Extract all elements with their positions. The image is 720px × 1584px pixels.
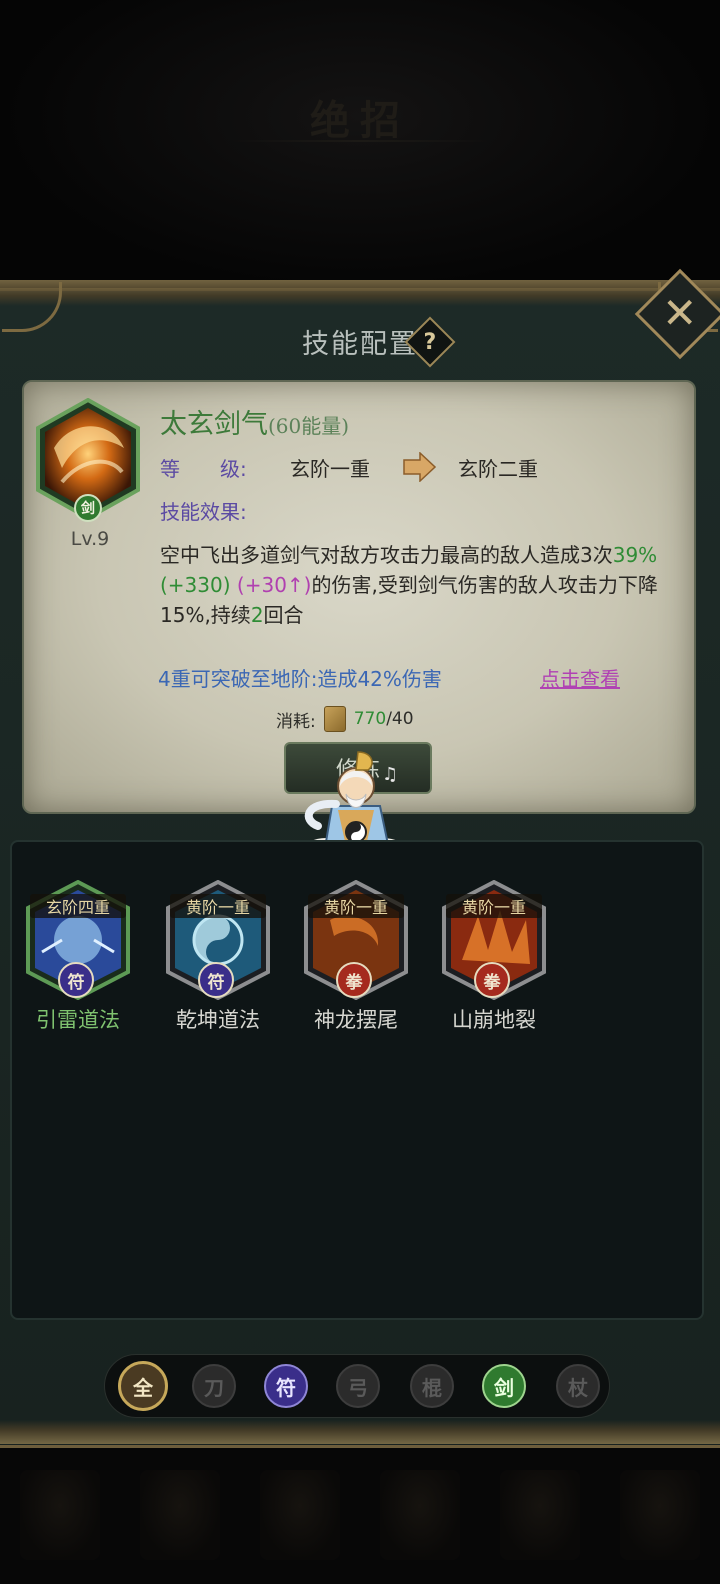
cost-current: 770 xyxy=(353,709,387,729)
skill-card[interactable]: 黄阶一重 拳 神龙摆尾 xyxy=(298,879,414,1040)
skill-card-type-badge: 符 xyxy=(58,962,94,998)
filter-bow-button[interactable]: 弓 xyxy=(336,1364,380,1408)
effect-label: 技能效果: xyxy=(160,500,247,524)
grade-next: 玄阶二重 xyxy=(458,457,538,481)
effect-text-pre: 空中飞出多道剑气对敌方攻击力最高的敌人造成3次 xyxy=(160,543,613,567)
scroll-item-icon xyxy=(323,706,346,732)
background-nav-item xyxy=(260,1470,340,1560)
skill-card-name: 神龙摆尾 xyxy=(314,1008,398,1032)
background-nav-item xyxy=(140,1470,220,1560)
modal-frame-top xyxy=(0,280,720,306)
skill-card-rank: 玄阶四重 xyxy=(30,894,126,918)
skill-level: Lv.9 xyxy=(70,528,110,550)
skill-type-label: 剑 xyxy=(81,501,95,517)
modal-title: 技能配置 xyxy=(302,329,418,360)
modal-frame-bottom xyxy=(0,1420,720,1444)
cost-row: 消耗: 770/40 xyxy=(276,706,414,732)
background-nav-item xyxy=(20,1470,100,1560)
skill-card-name: 引雷道法 xyxy=(36,1008,120,1032)
skill-card-rank: 黄阶一重 xyxy=(170,894,266,918)
skill-card-name: 乾坤道法 xyxy=(176,1008,260,1032)
breakthrough-text: 4重可突破至地阶:造成42%伤害 xyxy=(158,667,442,691)
skill-card[interactable]: 黄阶一重 符 乾坤道法 xyxy=(160,879,276,1040)
skill-name-text: 太玄剑气 xyxy=(160,409,268,440)
filter-sword-button[interactable]: 剑 xyxy=(482,1364,526,1408)
background-nav xyxy=(0,1460,720,1570)
background-nav-item xyxy=(500,1470,580,1560)
filter-all-button[interactable]: 全 xyxy=(118,1361,168,1411)
skill-card[interactable]: 玄阶四重 符 引雷道法 xyxy=(20,879,136,1040)
filter-talisman-button[interactable]: 符 xyxy=(264,1364,308,1408)
arrow-right-icon xyxy=(402,451,437,483)
effect-text-post: 的伤害,受到剑气伤害的敌人攻击力下降15%,持续 xyxy=(160,573,658,627)
grade-current: 玄阶一重 xyxy=(290,457,370,481)
skill-energy: (60能量) xyxy=(268,414,350,438)
skill-description: 空中飞出多道剑气对敌方攻击力最高的敌人造成3次39%(+330) (+30↑)的… xyxy=(160,540,676,630)
background-nav-item xyxy=(620,1470,700,1560)
skill-card-type-badge: 符 xyxy=(198,962,234,998)
skill-card-type-badge: 拳 xyxy=(336,962,372,998)
skill-card-rank: 黄阶一重 xyxy=(446,894,542,918)
svg-text:♫: ♫ xyxy=(382,764,398,785)
skill-type-badge: 剑 xyxy=(74,494,102,522)
filter-blade-button[interactable]: 刀 xyxy=(192,1364,236,1408)
view-details-link[interactable]: 点击查看 xyxy=(540,663,620,692)
skill-name: 太玄剑气(60能量) xyxy=(160,402,349,441)
filter-staff-club-button[interactable]: 棍 xyxy=(410,1364,454,1408)
cost-label: 消耗: xyxy=(276,711,316,732)
effect-turns: 2 xyxy=(250,603,264,627)
skill-card[interactable]: 黄阶一重 拳 山崩地裂 xyxy=(436,879,552,1040)
skill-card-name: 山崩地裂 xyxy=(452,1008,536,1032)
filter-cane-button[interactable]: 杖 xyxy=(556,1364,600,1408)
grade-label: 等 级: xyxy=(160,457,247,481)
skill-card-type-badge: 拳 xyxy=(474,962,510,998)
skill-card-rank: 黄阶一重 xyxy=(308,894,404,918)
cost-required: /40 xyxy=(386,709,414,729)
background-title-divider xyxy=(230,140,490,142)
background-title: 绝招 xyxy=(310,97,410,144)
question-mark-icon: ? xyxy=(423,329,437,355)
effect-bonus: (+30↑) xyxy=(236,573,312,597)
effect-text-end: 回合 xyxy=(263,603,304,627)
background-nav-item xyxy=(380,1470,460,1560)
